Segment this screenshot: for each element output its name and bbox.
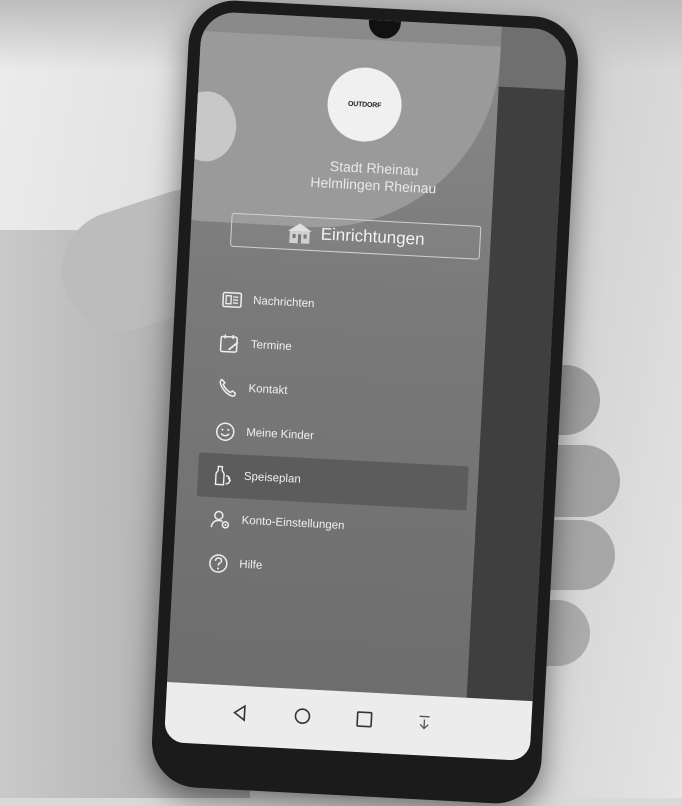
menu-item-label: Hilfe: [239, 559, 263, 572]
home-icon[interactable]: [291, 705, 314, 728]
calendar-edit-icon: [218, 332, 241, 355]
smiley-icon: [214, 420, 237, 443]
menu-item-label: Nachrichten: [253, 295, 315, 310]
menu-item-label: Speiseplan: [244, 471, 301, 486]
phone-icon: [216, 376, 239, 399]
news-icon: [221, 288, 244, 311]
recents-icon[interactable]: [353, 708, 376, 731]
navigation-drawer: OUTDORF Stadt Rheinau Helmlingen Rheinau…: [167, 11, 502, 706]
logo-text: OUTDORF: [348, 100, 382, 109]
facilities-label: Einrichtungen: [320, 224, 425, 249]
menu-item-label: Meine Kinder: [246, 427, 314, 443]
building-icon: [286, 222, 313, 245]
download-icon[interactable]: [413, 711, 436, 734]
drawer-menu: Nachrichten Termine Kontakt: [192, 277, 478, 599]
menu-item-label: Konto-Einstellungen: [241, 515, 344, 532]
user-settings-icon: [209, 508, 232, 531]
menu-item-label: Termine: [251, 339, 292, 353]
phone-screen: OUTDORF Stadt Rheinau Helmlingen Rheinau…: [164, 11, 568, 761]
smartphone: OUTDORF Stadt Rheinau Helmlingen Rheinau…: [150, 0, 581, 806]
facilities-button[interactable]: Einrichtungen: [230, 213, 481, 260]
back-icon[interactable]: [229, 701, 252, 724]
food-menu-icon: [211, 464, 234, 487]
help-icon: [207, 552, 230, 575]
menu-item-label: Kontakt: [248, 383, 288, 397]
